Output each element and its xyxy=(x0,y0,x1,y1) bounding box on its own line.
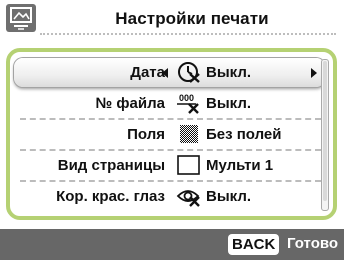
setting-row-page-layout[interactable]: Вид страницы Мульти 1 xyxy=(14,151,325,182)
back-button[interactable]: BACK xyxy=(228,234,280,255)
file-number-off-icon: 000 xyxy=(176,92,202,114)
header-divider xyxy=(40,33,336,35)
scrollbar[interactable] xyxy=(321,59,329,211)
red-eye-off-icon xyxy=(176,185,202,207)
arrow-right-icon[interactable] xyxy=(311,68,317,78)
setting-value: Мульти 1 xyxy=(206,157,274,174)
layout-icon xyxy=(176,154,202,176)
done-label: Готово xyxy=(287,235,339,252)
setting-row-date[interactable]: Дата Выкл. xyxy=(14,58,325,87)
header: Настройки печати xyxy=(0,0,344,38)
setting-label: Дата xyxy=(130,64,165,81)
setting-value: Выкл. xyxy=(206,188,252,205)
setting-label: № файла xyxy=(95,95,165,112)
setting-row-borders[interactable]: Поля Без полей xyxy=(14,120,325,151)
setting-label: Поля xyxy=(127,126,165,143)
setting-value: Выкл. xyxy=(206,95,252,112)
setting-label: Вид страницы xyxy=(57,157,165,174)
setting-row-file-number[interactable]: № файла 000 Выкл. xyxy=(14,89,325,120)
print-settings-screen: Настройки печати Дата Выкл. № файла 000 … xyxy=(0,0,344,260)
scroll-thumb[interactable] xyxy=(323,61,327,201)
print-settings-icon xyxy=(6,4,36,32)
page-title: Настройки печати xyxy=(115,9,269,28)
footer: BACK Готово xyxy=(0,229,344,260)
setting-value: Выкл. xyxy=(206,64,252,81)
file-number-icon-text: 000 xyxy=(179,93,194,103)
date-off-icon xyxy=(176,61,202,83)
borderless-icon xyxy=(176,123,202,145)
setting-value: Без полей xyxy=(206,126,282,143)
arrow-left-icon[interactable] xyxy=(162,68,168,78)
settings-panel: Дата Выкл. № файла 000 Выкл. Поля Без по… xyxy=(6,48,337,220)
setting-label: Кор. крас. глаз xyxy=(56,188,165,205)
setting-row-red-eye[interactable]: Кор. крас. глаз Выкл. xyxy=(14,182,325,211)
